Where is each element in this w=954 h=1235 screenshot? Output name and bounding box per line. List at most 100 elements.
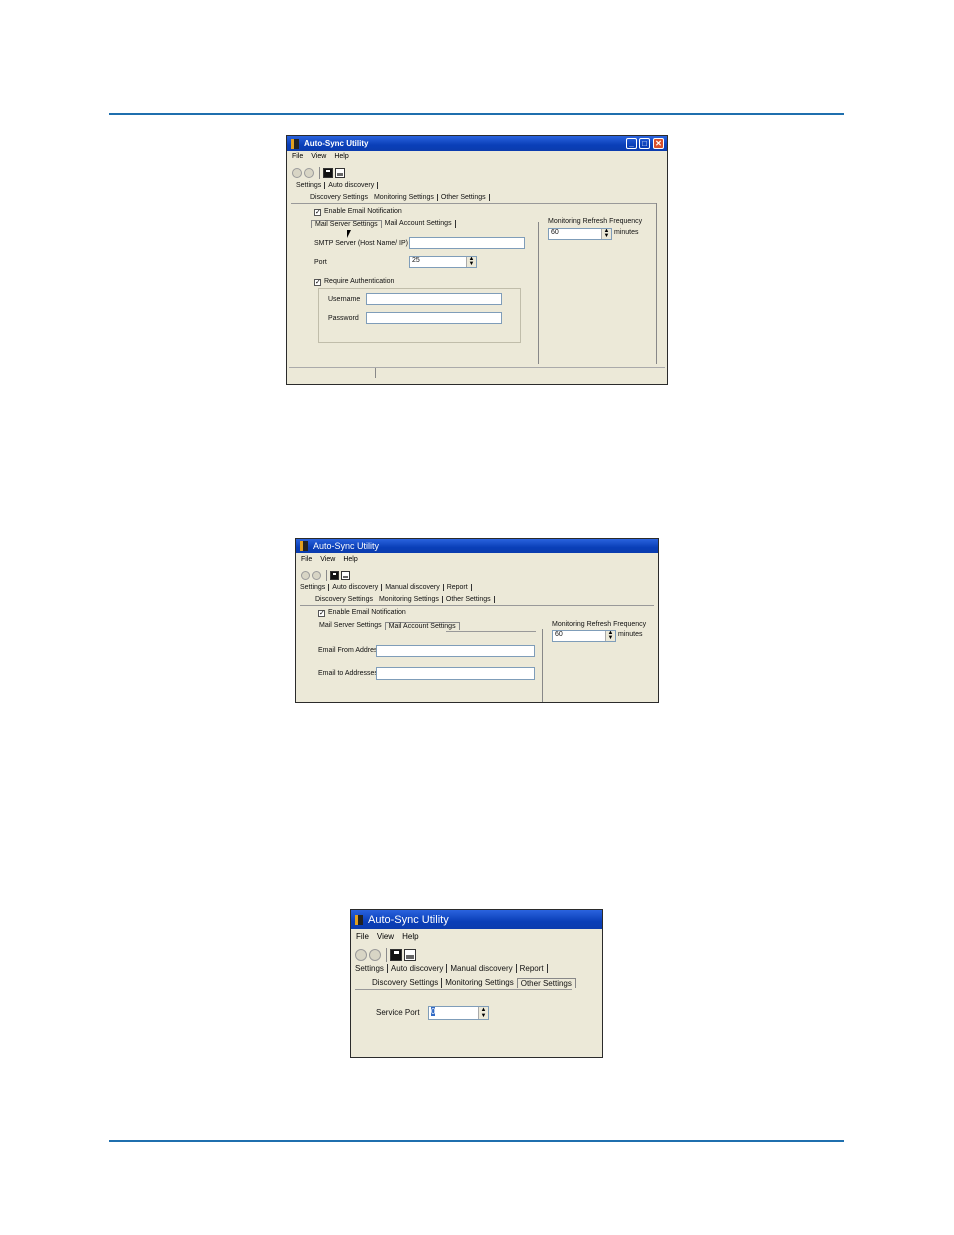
refresh-frequency-stepper[interactable]: 60 ▲ ▼ bbox=[552, 630, 616, 642]
mouse-cursor-icon bbox=[347, 230, 351, 238]
tab-manual-discovery[interactable]: Manual discovery bbox=[382, 584, 444, 591]
tab-other-settings[interactable]: Other Settings bbox=[516, 978, 576, 988]
tab-mail-account-settings[interactable]: Mail Account Settings bbox=[382, 220, 456, 228]
sub-tabs: Discovery Settings Monitoring Settings O… bbox=[369, 978, 576, 988]
tab-discovery-settings[interactable]: Discovery Settings bbox=[312, 596, 376, 603]
panel-right-edge bbox=[656, 203, 657, 364]
enable-email-label: Enable Email Notification bbox=[324, 208, 402, 215]
spin-arrows-icon[interactable]: ▲ ▼ bbox=[478, 1007, 488, 1019]
refresh-frequency-value: 60 bbox=[551, 229, 559, 236]
menu-file[interactable]: File bbox=[356, 932, 369, 941]
title-bar: Auto-Sync Utility _ □ ✕ bbox=[287, 136, 667, 151]
email-to-label: Email to Addresses bbox=[318, 670, 378, 677]
password-input[interactable] bbox=[366, 312, 502, 324]
maximize-button[interactable]: □ bbox=[639, 138, 650, 149]
email-from-label: Email From Address bbox=[318, 647, 382, 654]
menu-help[interactable]: Help bbox=[334, 153, 348, 160]
toolbar bbox=[301, 569, 352, 582]
print-icon[interactable] bbox=[341, 571, 350, 580]
panel-divider bbox=[542, 629, 543, 702]
tab-report[interactable]: Report bbox=[517, 964, 548, 973]
refresh-icon[interactable] bbox=[369, 948, 381, 961]
refresh-frequency-stepper[interactable]: 60 ▲ ▼ bbox=[548, 228, 612, 240]
smtp-server-input[interactable] bbox=[409, 237, 525, 249]
spin-arrows-icon[interactable]: ▲ ▼ bbox=[601, 229, 611, 239]
menu-help[interactable]: Help bbox=[343, 556, 357, 563]
email-from-input[interactable] bbox=[376, 645, 535, 657]
refresh-icon[interactable] bbox=[304, 168, 314, 178]
screenshot-mail-server-settings: Auto-Sync Utility _ □ ✕ File View Help S… bbox=[286, 135, 668, 385]
service-port-label: Service Port bbox=[376, 1008, 420, 1017]
port-stepper[interactable]: 25 ▲ ▼ bbox=[409, 256, 477, 268]
screenshot-mail-account-settings: Auto-Sync Utility File View Help Setting… bbox=[295, 538, 659, 703]
tab-monitoring-settings[interactable]: Monitoring Settings bbox=[376, 596, 443, 603]
menu-file[interactable]: File bbox=[292, 153, 303, 160]
toolbar bbox=[292, 166, 347, 180]
screenshot-other-settings: Auto-Sync Utility File View Help Setting… bbox=[350, 909, 603, 1058]
header-rule bbox=[109, 113, 844, 115]
enable-email-checkbox[interactable]: ✓ bbox=[314, 209, 321, 216]
tab-mail-server-settings[interactable]: Mail Server Settings bbox=[316, 622, 385, 630]
tab-monitoring-settings[interactable]: Monitoring Settings bbox=[371, 194, 438, 201]
app-icon bbox=[355, 914, 363, 925]
minimize-button[interactable]: _ bbox=[626, 138, 637, 149]
spin-arrows-icon[interactable]: ▲ ▼ bbox=[605, 631, 615, 641]
window-title: Auto-Sync Utility bbox=[313, 541, 380, 551]
tab-discovery-settings[interactable]: Discovery Settings bbox=[307, 194, 371, 201]
print-icon[interactable] bbox=[404, 948, 416, 961]
app-icon bbox=[300, 541, 308, 551]
menu-view[interactable]: View bbox=[320, 556, 335, 563]
tab-settings[interactable]: Settings bbox=[352, 964, 388, 973]
enable-email-label: Enable Email Notification bbox=[328, 609, 406, 616]
refresh-unit-label: minutes bbox=[618, 631, 643, 638]
menu-file[interactable]: File bbox=[301, 556, 312, 563]
tab-other-settings[interactable]: Other Settings bbox=[438, 194, 490, 201]
email-to-input[interactable] bbox=[376, 667, 535, 680]
save-icon[interactable] bbox=[323, 168, 333, 178]
tab-discovery-settings[interactable]: Discovery Settings bbox=[369, 978, 443, 988]
save-icon[interactable] bbox=[330, 571, 339, 580]
service-port-stepper[interactable]: 0 ▲ ▼ bbox=[428, 1006, 489, 1020]
toolbar-separator bbox=[386, 947, 387, 962]
tab-mail-account-settings[interactable]: Mail Account Settings bbox=[384, 622, 460, 630]
back-icon[interactable] bbox=[301, 571, 310, 580]
title-bar: Auto-Sync Utility bbox=[296, 539, 658, 553]
tab-other-settings[interactable]: Other Settings bbox=[443, 596, 495, 603]
tab-manual-discovery[interactable]: Manual discovery bbox=[447, 964, 517, 973]
menu-view[interactable]: View bbox=[377, 932, 394, 941]
tab-panel-top bbox=[300, 605, 654, 606]
tab-monitoring-settings[interactable]: Monitoring Settings bbox=[442, 978, 516, 988]
main-tabs: Settings Auto discovery Manual discovery… bbox=[297, 584, 472, 591]
menu-bar: File View Help bbox=[292, 153, 667, 160]
menu-bar: File View Help bbox=[356, 932, 602, 941]
print-icon[interactable] bbox=[335, 168, 345, 178]
toolbar-separator bbox=[326, 570, 327, 581]
tab-settings[interactable]: Settings bbox=[293, 182, 326, 189]
status-bar bbox=[289, 367, 665, 368]
username-input[interactable] bbox=[366, 293, 502, 305]
save-icon[interactable] bbox=[390, 948, 402, 961]
require-auth-label: Require Authentication bbox=[324, 278, 395, 285]
back-icon[interactable] bbox=[292, 168, 302, 178]
spin-arrows-icon[interactable]: ▲ ▼ bbox=[466, 257, 476, 267]
sub-tabs: Discovery Settings Monitoring Settings O… bbox=[312, 596, 495, 603]
refresh-frequency-label: Monitoring Refresh Frequency bbox=[552, 621, 647, 628]
tab-auto-discovery[interactable]: Auto discovery bbox=[388, 964, 448, 973]
enable-email-checkbox[interactable]: ✓ bbox=[318, 610, 325, 617]
tab-panel-top bbox=[355, 989, 572, 990]
window-title: Auto-Sync Utility bbox=[368, 913, 449, 926]
main-tabs: Settings Auto discovery Manual discovery… bbox=[352, 964, 548, 973]
tab-settings[interactable]: Settings bbox=[297, 584, 330, 591]
close-button[interactable]: ✕ bbox=[653, 138, 664, 149]
tab-auto-discovery[interactable]: Auto discovery bbox=[329, 584, 383, 591]
require-auth-checkbox[interactable]: ✓ bbox=[314, 279, 321, 286]
service-port-value: 0 bbox=[431, 1007, 436, 1016]
tab-report[interactable]: Report bbox=[444, 584, 472, 591]
tab-auto-discovery[interactable]: Auto discovery bbox=[325, 182, 379, 189]
menu-view[interactable]: View bbox=[311, 153, 326, 160]
refresh-icon[interactable] bbox=[312, 571, 321, 580]
tab-mail-server-settings[interactable]: Mail Server Settings bbox=[311, 220, 382, 228]
menu-help[interactable]: Help bbox=[402, 932, 418, 941]
back-icon[interactable] bbox=[355, 948, 367, 961]
tab-panel-top bbox=[291, 203, 657, 204]
